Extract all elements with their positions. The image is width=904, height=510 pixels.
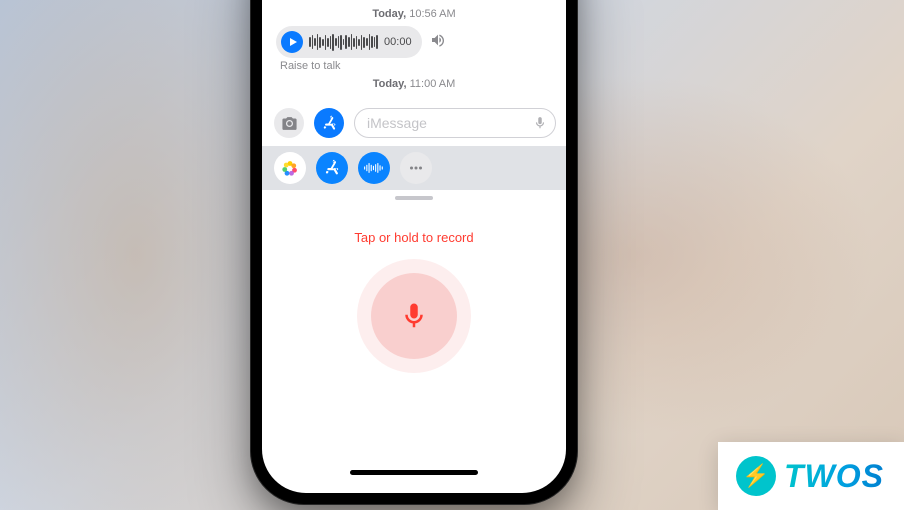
watermark-text: TWOS bbox=[784, 458, 884, 495]
message-placeholder: iMessage bbox=[367, 115, 427, 131]
timestamp-day-2: Today, bbox=[373, 78, 407, 90]
ellipsis-icon bbox=[407, 159, 425, 177]
microphone-icon bbox=[533, 116, 547, 130]
record-button[interactable] bbox=[371, 273, 457, 359]
message-input[interactable]: iMessage bbox=[354, 108, 556, 138]
compose-row: iMessage bbox=[262, 104, 566, 142]
app-store[interactable] bbox=[316, 152, 348, 184]
record-hint-label: Tap or hold to record bbox=[354, 230, 473, 245]
audio-record-panel: Tap or hold to record bbox=[262, 200, 566, 493]
watermark-logo: ⚡ bbox=[736, 456, 776, 496]
photos-icon bbox=[281, 159, 299, 177]
imessage-apps-strip bbox=[262, 146, 566, 190]
audio-message-bubble[interactable]: 00:00 bbox=[276, 26, 422, 58]
camera-button[interactable] bbox=[274, 108, 304, 138]
timestamp-row-2: Today, 11:00 AM bbox=[262, 78, 566, 90]
audio-message-bubble-row: 00:00 bbox=[276, 26, 566, 58]
audio-duration: 00:00 bbox=[384, 36, 412, 48]
iphone-screen: Today, 10:56 AM 00:00 Raise to talk bbox=[262, 0, 566, 493]
timestamp-row-1: Today, 10:56 AM bbox=[262, 8, 566, 20]
app-store-button[interactable] bbox=[314, 108, 344, 138]
audio-waveform bbox=[309, 33, 378, 51]
raise-to-talk-caption: Raise to talk bbox=[280, 60, 566, 72]
home-indicator[interactable] bbox=[350, 470, 478, 475]
microphone-record-icon bbox=[399, 301, 429, 331]
play-icon bbox=[288, 37, 298, 47]
app-store-apps-icon bbox=[323, 159, 341, 177]
messages-conversation-area: Today, 10:56 AM 00:00 Raise to talk bbox=[262, 0, 566, 96]
app-store-icon bbox=[321, 115, 338, 132]
camera-icon bbox=[281, 115, 298, 132]
app-more[interactable] bbox=[400, 152, 432, 184]
watermark-badge: ⚡ TWOS bbox=[718, 442, 904, 510]
play-button[interactable] bbox=[281, 31, 303, 53]
app-photos[interactable] bbox=[274, 152, 306, 184]
app-audio-message[interactable] bbox=[358, 152, 390, 184]
timestamp-day-1: Today, bbox=[372, 8, 406, 20]
timestamp-time-2: 11:00 AM bbox=[410, 78, 456, 90]
bolt-icon: ⚡ bbox=[742, 465, 769, 487]
speaker-icon[interactable] bbox=[430, 32, 446, 53]
iphone-device-frame: Today, 10:56 AM 00:00 Raise to talk bbox=[250, 0, 578, 505]
timestamp-time-1: 10:56 AM bbox=[409, 8, 455, 20]
audio-wave-icon bbox=[363, 159, 385, 177]
